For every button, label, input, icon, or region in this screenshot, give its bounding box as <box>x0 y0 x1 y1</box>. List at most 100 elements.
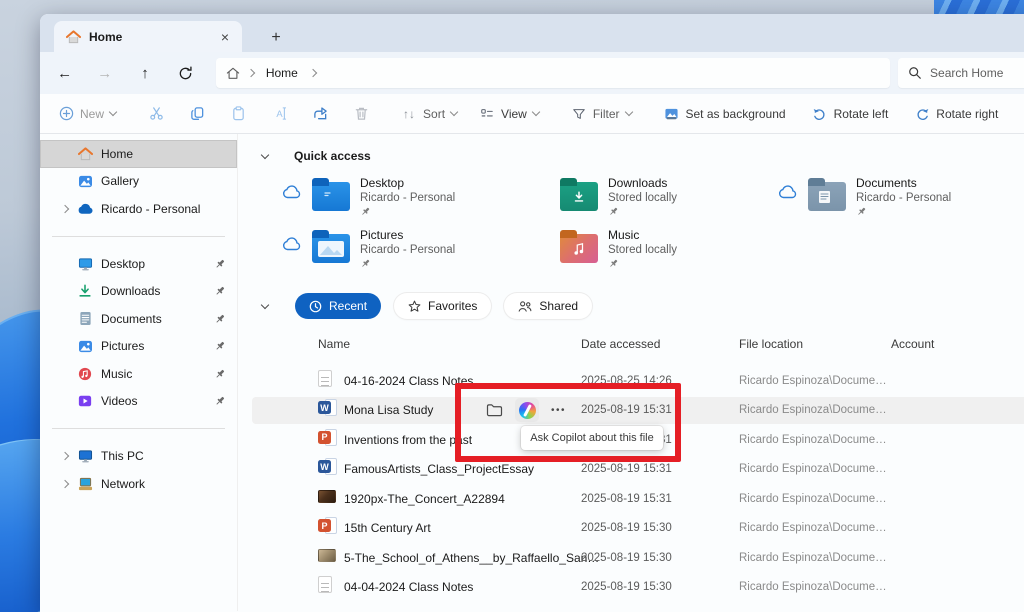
forward-button[interactable]: → <box>88 65 121 82</box>
delete-button[interactable] <box>345 98 377 130</box>
new-tab-button[interactable]: + <box>264 26 288 52</box>
tab-recent[interactable]: Recent <box>295 293 381 319</box>
breadcrumb-item-home[interactable]: Home <box>266 66 298 80</box>
sidebar-item-desktop[interactable]: Desktop <box>40 250 237 278</box>
quick-access-tile-pictures[interactable]: Pictures Ricardo - Personal <box>282 228 455 278</box>
pin-icon <box>360 258 455 269</box>
file-date: 2025-08-19 15:31 <box>581 493 672 505</box>
paste-button[interactable] <box>222 98 254 130</box>
column-header-date-accessed[interactable]: Date accessed <box>581 337 660 351</box>
share-button[interactable] <box>304 98 336 130</box>
documents-icon <box>76 311 94 327</box>
file-location: Ricardo Espinoza\Docume… <box>739 375 887 387</box>
annotation-highlight-box <box>455 383 681 462</box>
file-row[interactable]: P 15th Century Art 2025-08-19 15:30 Rica… <box>238 514 1024 544</box>
trash-icon <box>353 106 369 122</box>
rotate-right-label: Rotate right <box>936 107 998 121</box>
breadcrumb-chevron-icon <box>309 69 317 77</box>
quick-access-tile-documents[interactable]: Documents Ricardo - Personal <box>778 176 951 226</box>
sidebar-item-pictures[interactable]: Pictures <box>40 333 237 361</box>
pictures-icon <box>76 338 94 354</box>
tile-subtitle: Ricardo - Personal <box>360 244 455 256</box>
collapse-chevron-icon[interactable] <box>261 150 269 158</box>
tile-name: Documents <box>856 176 951 190</box>
sidebar-item-gallery[interactable]: Gallery <box>40 168 237 196</box>
breadcrumb-chevron-icon <box>247 69 255 77</box>
network-icon <box>76 476 94 492</box>
chevron-down-icon <box>450 108 458 116</box>
chevron-right-icon[interactable] <box>62 206 76 212</box>
up-button[interactable]: ↑ <box>128 65 161 82</box>
quick-access-tile-music[interactable]: Music Stored locally <box>560 228 677 278</box>
tile-subtitle: Ricardo - Personal <box>360 192 455 204</box>
refresh-button[interactable] <box>169 66 202 81</box>
command-toolbar: New A ↑↓ Sort <box>40 94 1024 134</box>
breadcrumb-home-icon[interactable] <box>226 67 240 80</box>
filter-icon <box>571 106 587 122</box>
word-file-icon: W <box>318 458 337 480</box>
quick-access-tile-desktop[interactable]: Desktop Ricardo - Personal <box>282 176 455 226</box>
content-pane: Quick access Desktop Ricardo - Personal <box>238 134 1024 611</box>
view-button[interactable]: View <box>471 98 547 130</box>
downloads-folder-icon <box>560 182 598 211</box>
tab-close-icon[interactable]: × <box>216 29 234 45</box>
search-input[interactable] <box>930 66 1024 80</box>
onedrive-status-cloud-icon <box>282 176 312 199</box>
search-box[interactable] <box>898 58 1024 88</box>
file-date: 2025-08-19 15:31 <box>581 463 672 475</box>
sidebar-item-music[interactable]: Music <box>40 360 237 388</box>
rotate-left-button[interactable]: Rotate left <box>804 98 897 130</box>
file-name: 04-04-2024 Class Notes <box>344 580 473 594</box>
tab-shared[interactable]: Shared <box>504 293 592 319</box>
column-header-name[interactable]: Name <box>318 337 350 351</box>
rotate-right-button[interactable]: Rotate right <box>906 98 1006 130</box>
address-bar[interactable]: Home <box>216 58 890 88</box>
chevron-right-icon[interactable] <box>62 481 76 487</box>
tab-home[interactable]: Home × <box>54 21 242 52</box>
sidebar-item-this-pc[interactable]: This PC <box>40 443 237 471</box>
file-row[interactable]: 04-04-2024 Class Notes 2025-08-19 15:30 … <box>238 573 1024 603</box>
sidebar-item-videos[interactable]: Videos <box>40 388 237 416</box>
rotate-left-icon <box>812 106 828 122</box>
sidebar-item-network[interactable]: Network <box>40 470 237 498</box>
sidebar-item-onedrive-personal[interactable]: Ricardo - Personal <box>40 195 237 223</box>
sidebar-item-downloads[interactable]: Downloads <box>40 278 237 306</box>
file-row[interactable]: 5-The_School_of_Athens__by_Raffaello_San… <box>238 543 1024 573</box>
rename-button[interactable]: A <box>263 98 295 130</box>
tab-favorites[interactable]: Favorites <box>394 293 491 319</box>
music-folder-icon <box>560 234 598 263</box>
chevron-right-icon[interactable] <box>62 453 76 459</box>
back-button[interactable]: ← <box>48 65 81 82</box>
cut-button[interactable] <box>140 98 172 130</box>
powerpoint-file-icon: P <box>318 429 337 451</box>
chevron-down-icon <box>624 108 632 116</box>
column-header-account[interactable]: Account <box>891 337 934 351</box>
file-name: Inventions from the past <box>344 433 472 447</box>
pin-icon <box>360 206 455 217</box>
sidebar-item-documents[interactable]: Documents <box>40 305 237 333</box>
image-file-icon <box>318 490 336 508</box>
collapse-chevron-icon[interactable] <box>261 300 269 308</box>
file-row[interactable]: 1920px-The_Concert_A22894 2025-08-19 15:… <box>238 484 1024 514</box>
filter-button[interactable]: Filter <box>563 98 640 130</box>
pin-icon <box>214 340 227 352</box>
powerpoint-file-icon: P <box>318 517 337 539</box>
copy-button[interactable] <box>181 98 213 130</box>
new-button-label: New <box>80 107 104 121</box>
svg-text:A: A <box>276 109 283 119</box>
pin-icon <box>608 206 677 217</box>
quick-access-tile-downloads[interactable]: Downloads Stored locally <box>560 176 677 226</box>
file-date: 2025-08-19 15:30 <box>581 552 672 564</box>
sort-button[interactable]: ↑↓ Sort <box>393 98 465 130</box>
pin-icon <box>856 206 951 217</box>
sidebar-item-label: Network <box>101 477 227 491</box>
column-header-file-location[interactable]: File location <box>739 337 803 351</box>
word-file-icon: W <box>318 399 337 421</box>
sidebar-item-label: Music <box>101 367 214 381</box>
set-as-background-button[interactable]: Set as background <box>656 98 794 130</box>
quick-access-header[interactable]: Quick access <box>262 149 371 163</box>
pictures-folder-icon <box>312 234 350 263</box>
sidebar-item-home[interactable]: Home <box>40 140 237 168</box>
new-button[interactable]: New <box>50 98 124 130</box>
paste-icon <box>230 106 246 122</box>
